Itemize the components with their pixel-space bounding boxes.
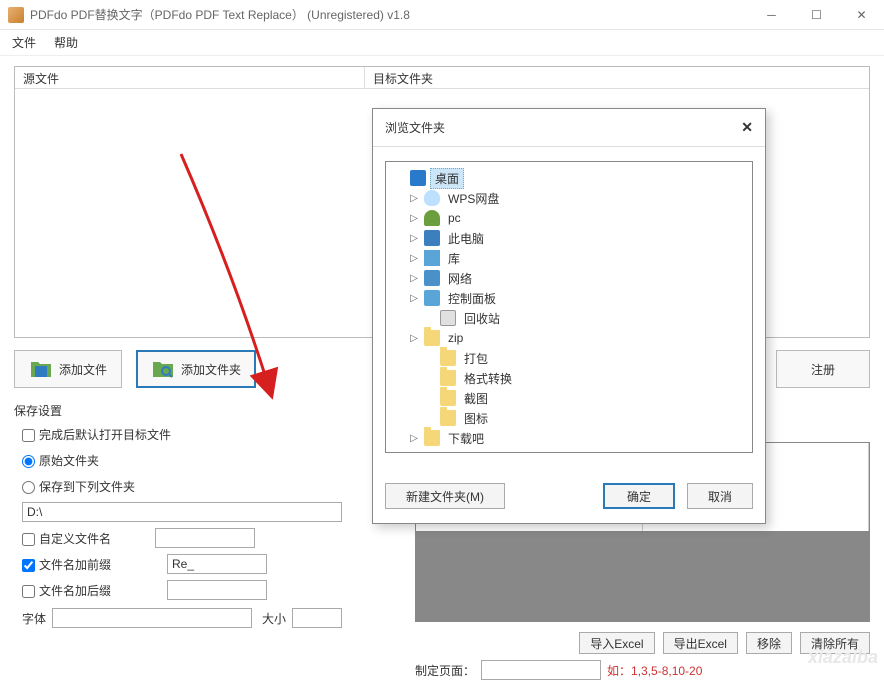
remove-button[interactable]: 移除: [746, 632, 792, 654]
expand-icon[interactable]: ▷: [408, 213, 420, 224]
expand-icon[interactable]: ▷: [408, 433, 420, 444]
add-file-button[interactable]: 添加文件: [14, 350, 122, 388]
file-list-header: 源文件 目标文件夹: [15, 67, 869, 89]
tree-node[interactable]: ▷ pc: [390, 208, 748, 228]
tree-label: 打包: [460, 349, 492, 368]
cancel-button[interactable]: 取消: [687, 483, 753, 509]
new-folder-button[interactable]: 新建文件夹(M): [385, 483, 505, 509]
size-label: 大小: [262, 610, 286, 627]
add-file-label: 添加文件: [59, 361, 107, 378]
tree-node[interactable]: ▷桌面: [390, 168, 748, 188]
folder-file-icon: [29, 357, 53, 381]
folder-icon: [424, 330, 440, 346]
tree-label: pc: [444, 210, 465, 226]
recycle-icon: [440, 310, 456, 326]
tree-label: 库: [444, 249, 464, 268]
expand-icon[interactable]: ▷: [408, 293, 420, 304]
page-label: 制定页面：: [415, 662, 475, 679]
replace-grid[interactable]: [415, 532, 870, 622]
ok-button[interactable]: 确定: [603, 483, 675, 509]
folder-icon: [440, 410, 456, 426]
tree-label: 格式转换: [460, 369, 516, 388]
tree-label: 此电脑: [444, 229, 488, 248]
net-icon: [424, 270, 440, 286]
expand-icon[interactable]: ▷: [408, 273, 420, 284]
open-after-checkbox[interactable]: 完成后默认打开目标文件: [22, 426, 171, 443]
expand-icon[interactable]: ▷: [408, 193, 420, 204]
col-target[interactable]: 目标文件夹: [365, 67, 765, 88]
custom-name-checkbox[interactable]: 自定义文件名: [22, 530, 111, 547]
tree-node[interactable]: ▷图标: [390, 408, 748, 428]
tree-node[interactable]: ▷ WPS网盘: [390, 188, 748, 208]
add-folder-button[interactable]: 添加文件夹: [136, 350, 256, 388]
folder-icon: [440, 350, 456, 366]
export-excel-button[interactable]: 导出Excel: [663, 632, 738, 654]
expand-icon[interactable]: ▷: [408, 233, 420, 244]
expand-icon[interactable]: ▷: [408, 333, 420, 344]
register-label: 注册: [811, 361, 835, 378]
tree-node[interactable]: ▷ 此电脑: [390, 228, 748, 248]
browse-folder-dialog: 浏览文件夹 ✕ ▷桌面▷WPS网盘▷pc▷此电脑▷库▷网络▷控制面板▷回收站▷z…: [372, 108, 766, 524]
window-title: PDFdo PDF替换文字（PDFdo PDF Text Replace） (U…: [30, 6, 749, 23]
tree-node[interactable]: ▷打包: [390, 348, 748, 368]
tree-label: WPS网盘: [444, 189, 503, 208]
folder-icon: [440, 370, 456, 386]
titlebar: PDFdo PDF替换文字（PDFdo PDF Text Replace） (U…: [0, 0, 884, 30]
tree-node[interactable]: ▷ 下载吧: [390, 428, 748, 448]
folder-search-icon: [151, 357, 175, 381]
font-input[interactable]: [52, 608, 252, 628]
tree-label: 截图: [460, 389, 492, 408]
tree-node[interactable]: ▷截图: [390, 388, 748, 408]
tree-node[interactable]: ▷库: [390, 248, 748, 268]
pc-icon: [424, 230, 440, 246]
tree-label: 控制面板: [444, 289, 500, 308]
lib-icon: [424, 250, 440, 266]
tree-label: 下载吧: [444, 429, 488, 448]
save-to-radio[interactable]: 保存到下列文件夹: [22, 478, 135, 495]
tree-node[interactable]: ▷格式转换: [390, 368, 748, 388]
import-excel-button[interactable]: 导入Excel: [579, 632, 654, 654]
close-button[interactable]: ✕: [839, 0, 884, 30]
add-folder-label: 添加文件夹: [181, 361, 241, 378]
col-source[interactable]: 源文件: [15, 67, 365, 88]
tree-label: 图标: [460, 409, 492, 428]
orig-folder-radio[interactable]: 原始文件夹: [22, 452, 99, 469]
panel-icon: [424, 290, 440, 306]
prefix-input[interactable]: [167, 554, 267, 574]
app-icon: [8, 7, 24, 23]
tree-label: 网络: [444, 269, 476, 288]
tree-label: 回收站: [460, 309, 504, 328]
tree-node[interactable]: ▷ 控制面板: [390, 288, 748, 308]
suffix-input[interactable]: [167, 580, 267, 600]
custom-name-input[interactable]: [155, 528, 255, 548]
minimize-button[interactable]: ─: [749, 0, 794, 30]
tree-label: zip: [444, 330, 467, 346]
tree-label: 桌面: [430, 168, 464, 189]
tree-node[interactable]: ▷ zip: [390, 328, 748, 348]
user-icon: [424, 210, 440, 226]
dialog-title: 浏览文件夹: [385, 119, 741, 136]
desktop-icon: [410, 170, 426, 186]
register-button[interactable]: 注册: [776, 350, 870, 388]
tree-node[interactable]: ▷回收站: [390, 308, 748, 328]
save-path-input[interactable]: [22, 502, 342, 522]
maximize-button[interactable]: ☐: [794, 0, 839, 30]
size-input[interactable]: [292, 608, 342, 628]
prefix-checkbox[interactable]: 文件名加前缀: [22, 556, 111, 573]
cloud-icon: [424, 190, 440, 206]
menubar: 文件 帮助: [0, 30, 884, 56]
font-label: 字体: [22, 610, 46, 627]
folder-tree[interactable]: ▷桌面▷WPS网盘▷pc▷此电脑▷库▷网络▷控制面板▷回收站▷zip▷打包▷格式…: [385, 161, 753, 453]
folder-icon: [424, 430, 440, 446]
page-hint: 如：1,3,5-8,10-20: [607, 662, 702, 679]
expand-icon[interactable]: ▷: [408, 253, 420, 264]
folder-icon: [440, 390, 456, 406]
clear-all-button[interactable]: 清除所有: [800, 632, 870, 654]
menu-help[interactable]: 帮助: [54, 34, 78, 51]
menu-file[interactable]: 文件: [12, 34, 36, 51]
page-input[interactable]: [481, 660, 601, 680]
tree-node[interactable]: ▷ 网络: [390, 268, 748, 288]
dialog-close-button[interactable]: ✕: [741, 119, 753, 136]
suffix-checkbox[interactable]: 文件名加后缀: [22, 582, 111, 599]
